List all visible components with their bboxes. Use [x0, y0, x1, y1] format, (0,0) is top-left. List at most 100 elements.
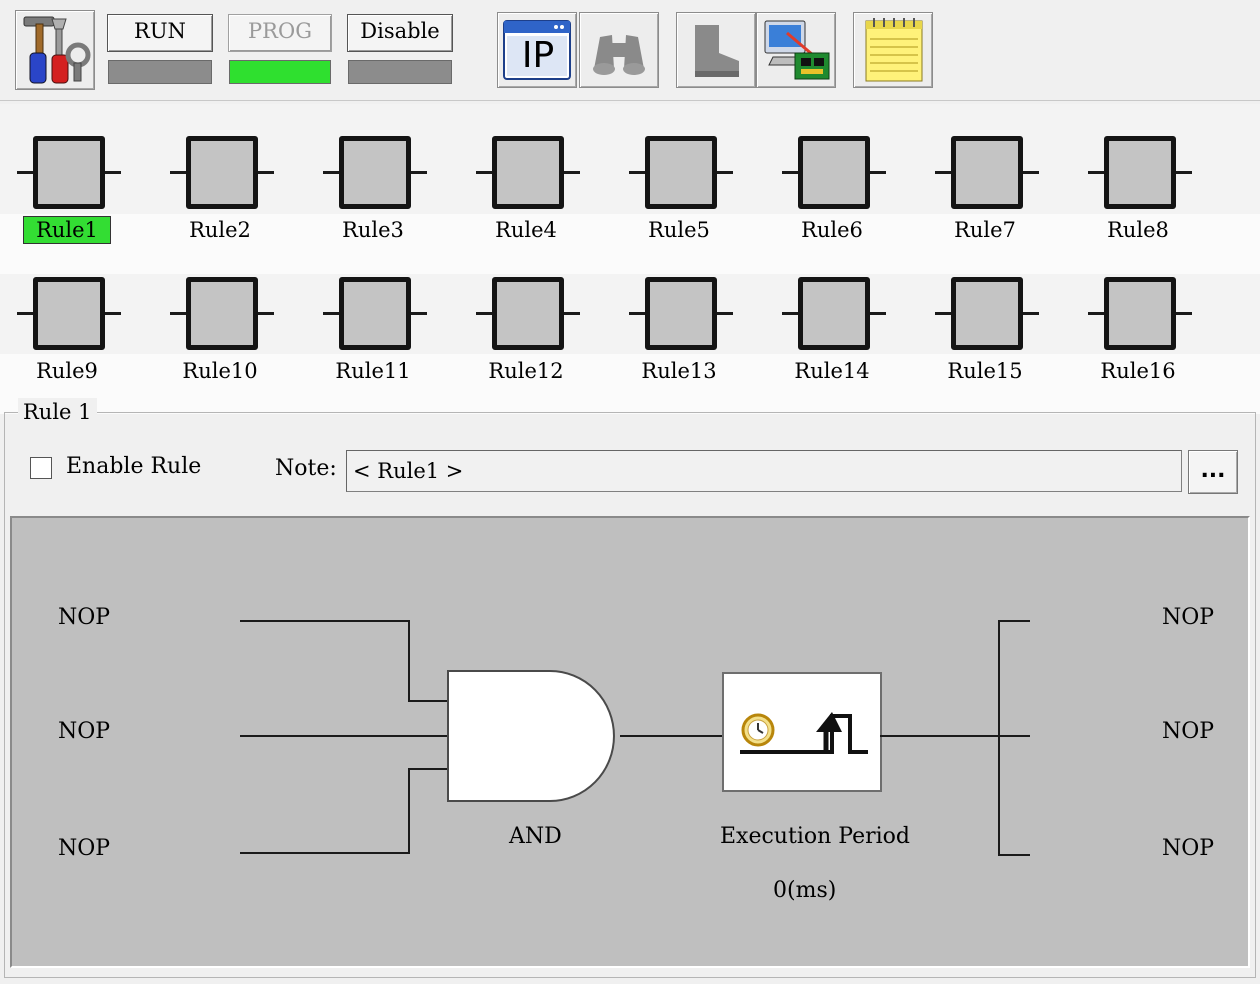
execution-period-value: 0(ms) — [773, 878, 837, 903]
rule-lead — [1088, 171, 1104, 174]
execution-period-block[interactable] — [722, 672, 882, 792]
rule-block — [951, 136, 1023, 209]
rule-block — [492, 136, 564, 209]
run-indicator — [108, 60, 212, 84]
rule-block — [798, 136, 870, 209]
find-button[interactable] — [579, 12, 659, 88]
rule-label: Rule1 — [2, 215, 132, 245]
rule-lead — [411, 312, 427, 315]
rule-label: Rule8 — [1107, 218, 1169, 242]
rule-8[interactable]: Rule8 — [1073, 132, 1203, 257]
rule-block — [33, 277, 105, 350]
rule-10[interactable]: Rule10 — [155, 273, 285, 398]
binoculars-icon — [593, 35, 645, 75]
rule-label: Rule4 — [495, 218, 557, 242]
enable-rule-label[interactable]: Enable Rule — [66, 452, 201, 482]
rule-lead — [870, 171, 886, 174]
input-2[interactable]: NOP — [58, 717, 110, 747]
rule-block — [33, 136, 105, 209]
download-button[interactable] — [756, 12, 836, 88]
rule-block — [645, 136, 717, 209]
rule-lead — [564, 312, 580, 315]
tools-button[interactable] — [15, 10, 95, 90]
rule-13[interactable]: Rule13 — [614, 273, 744, 398]
rule-label: Rule3 — [342, 218, 404, 242]
logic-diagram — [10, 516, 1250, 968]
execution-period-label: Execution Period — [720, 824, 910, 849]
rule-lead — [476, 312, 492, 315]
rule-5[interactable]: Rule5 — [614, 132, 744, 257]
rule-lead — [17, 312, 33, 315]
rule-lead — [629, 171, 645, 174]
rule-9[interactable]: Rule9 — [2, 273, 132, 398]
rule-block — [339, 277, 411, 350]
rule-lead — [476, 171, 492, 174]
wire — [620, 735, 724, 737]
boot-button[interactable] — [676, 12, 756, 88]
rule-lead — [258, 312, 274, 315]
rule-3[interactable]: Rule3 — [308, 132, 438, 257]
rule-lead — [1023, 171, 1039, 174]
notes-button[interactable] — [853, 12, 933, 88]
rule-label: Rule13 — [641, 359, 717, 383]
rule-4[interactable]: Rule4 — [461, 132, 591, 257]
rule-label: Rule10 — [182, 359, 258, 383]
rule-lead — [170, 171, 186, 174]
toolbar: RUN PROG Disable IP — [0, 0, 1260, 101]
wire — [240, 852, 410, 854]
rule-15[interactable]: Rule15 — [920, 273, 1050, 398]
rule-block — [1104, 136, 1176, 209]
rule-16[interactable]: Rule16 — [1073, 273, 1203, 398]
rule-lead — [1088, 312, 1104, 315]
rule-14[interactable]: Rule14 — [767, 273, 897, 398]
and-gate[interactable] — [445, 668, 625, 804]
rule-block — [951, 277, 1023, 350]
rule-1[interactable]: Rule1 — [2, 132, 132, 257]
rule-lead — [629, 312, 645, 315]
rule-lead — [1176, 171, 1192, 174]
rule-2[interactable]: Rule2 — [155, 132, 285, 257]
rule-lead — [170, 312, 186, 315]
rule-label: Rule12 — [488, 359, 564, 383]
rule-block — [798, 277, 870, 350]
wire — [408, 620, 410, 702]
rule-11[interactable]: Rule11 — [308, 273, 438, 398]
run-button[interactable]: RUN — [107, 14, 213, 52]
prog-button[interactable]: PROG — [228, 14, 332, 52]
rule-block — [186, 277, 258, 350]
rule-label: Rule6 — [801, 218, 863, 242]
output-2[interactable]: NOP — [1162, 717, 1214, 747]
output-1[interactable]: NOP — [1162, 603, 1214, 633]
note-label: Note: — [275, 456, 337, 481]
rule-lead — [870, 312, 886, 315]
output-3[interactable]: NOP — [1162, 834, 1214, 864]
wire — [998, 854, 1030, 856]
rule-6[interactable]: Rule6 — [767, 132, 897, 257]
rule-lead — [323, 171, 339, 174]
rule-label: Rule5 — [648, 218, 710, 242]
disable-button[interactable]: Disable — [347, 14, 453, 52]
wire — [240, 620, 410, 622]
rule-12[interactable]: Rule12 — [461, 273, 591, 398]
ip-config-button[interactable]: IP — [497, 12, 577, 88]
tools-icon — [23, 16, 91, 84]
rule-7[interactable]: Rule7 — [920, 132, 1050, 257]
rule-label: Rule16 — [1100, 359, 1176, 383]
input-1[interactable]: NOP — [58, 603, 110, 633]
boot-icon — [695, 25, 739, 77]
note-input[interactable]: < Rule1 > — [346, 450, 1182, 492]
note-browse-button[interactable]: ... — [1188, 450, 1238, 494]
rule-block — [492, 277, 564, 350]
disable-indicator — [348, 60, 452, 84]
prog-indicator — [229, 60, 331, 84]
rule-lead — [258, 171, 274, 174]
rule-label: Rule2 — [189, 218, 251, 242]
rule-label: Rule15 — [947, 359, 1023, 383]
rule-lead — [1023, 312, 1039, 315]
wire — [998, 620, 1030, 622]
rule-block — [1104, 277, 1176, 350]
enable-rule-checkbox[interactable] — [30, 457, 52, 479]
input-3[interactable]: NOP — [58, 834, 110, 864]
rule-lead — [717, 171, 733, 174]
rule-lead — [564, 171, 580, 174]
